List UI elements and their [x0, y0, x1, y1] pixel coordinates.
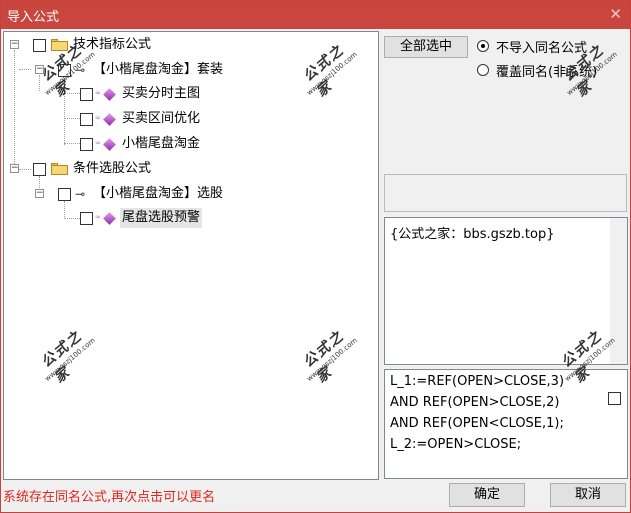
title-bar: 导入公式 ✕: [1, 1, 630, 29]
collapse-icon[interactable]: −: [10, 40, 19, 49]
tree-subgroup-label: 【小楷尾盘淘金】套装: [93, 62, 224, 77]
description-scrollbar[interactable]: [610, 218, 627, 364]
tree-item-label: 买卖区间优化: [122, 111, 201, 126]
tree-item[interactable]: ∞ 尾盘选股预警: [78, 208, 278, 228]
code-line: AND REF(OPEN<CLOSE,1);: [390, 416, 564, 431]
no-import-radio-label[interactable]: 不导入同名公式: [496, 37, 587, 56]
code-line: L_2:=OPEN>CLOSE;: [390, 437, 522, 452]
overwrite-radio-label[interactable]: 覆盖同名(非系统): [496, 61, 597, 80]
tree-subgroup-set[interactable]: − ⊸ 【小楷尾盘淘金】套装: [33, 60, 273, 80]
tree-group-label: 条件选股公式: [73, 161, 152, 176]
folder-icon: [51, 39, 68, 51]
group-checkbox[interactable]: [33, 39, 46, 52]
info-box: [384, 174, 627, 212]
tree-item-label: 小楷尾盘淘金: [122, 136, 201, 151]
item-checkbox[interactable]: [80, 212, 93, 225]
gem-icon: [103, 138, 116, 151]
no-import-radio[interactable]: [477, 40, 489, 52]
tree-subgroup-picker[interactable]: − ⊸ 【小楷尾盘淘金】选股: [33, 184, 273, 204]
code-checkbox[interactable]: [608, 392, 621, 405]
formula-code-box[interactable]: L_1:=REF(OPEN>CLOSE,3) AND REF(OPEN>CLOS…: [384, 369, 628, 479]
subgroup-checkbox[interactable]: [58, 188, 71, 201]
description-text: {公式之家：bbs.gszb.top}: [390, 227, 555, 242]
formula-tree[interactable]: − 技术指标公式 − ⊸ 【小楷尾盘淘金】套装 ∞ 买卖分时主图 ∞ 买卖区间优…: [3, 31, 379, 480]
tree-group-indicator[interactable]: − 技术指标公式: [8, 35, 208, 55]
item-checkbox[interactable]: [80, 88, 93, 101]
tree-item-label: 买卖分时主图: [122, 86, 201, 101]
import-formula-dialog: 导入公式 ✕ − 技术指标公式 − ⊸ 【小楷尾盘淘金】套装 ∞ 买卖分时主图 …: [0, 0, 631, 513]
gem-icon: [103, 88, 116, 101]
item-checkbox[interactable]: [80, 138, 93, 151]
tree-group-condition[interactable]: − 条件选股公式: [8, 159, 208, 179]
ok-button[interactable]: 确定: [449, 483, 525, 507]
group-checkbox[interactable]: [33, 163, 46, 176]
window-title: 导入公式: [7, 10, 60, 25]
close-icon[interactable]: ✕: [609, 5, 622, 23]
collapse-icon[interactable]: −: [35, 65, 44, 74]
tree-item-label: 尾盘选股预警: [120, 208, 203, 228]
tree-subgroup-label: 【小楷尾盘淘金】选股: [93, 186, 224, 201]
select-all-button[interactable]: 全部选中: [384, 36, 468, 58]
key-icon: ⊸: [75, 187, 86, 201]
gem-icon: [103, 212, 116, 225]
cancel-button[interactable]: 取消: [550, 483, 626, 507]
status-message: 系统存在同名公式,再次点击可以更名: [3, 490, 216, 505]
tree-item[interactable]: ∞ 小楷尾盘淘金: [78, 134, 278, 154]
key-icon: ⊸: [75, 63, 86, 77]
description-box[interactable]: {公式之家：bbs.gszb.top}: [384, 217, 628, 365]
code-line: L_1:=REF(OPEN>CLOSE,3): [390, 374, 565, 389]
collapse-icon[interactable]: −: [10, 164, 19, 173]
overwrite-radio[interactable]: [477, 64, 489, 76]
item-checkbox[interactable]: [80, 113, 93, 126]
collapse-icon[interactable]: −: [35, 189, 44, 198]
subgroup-checkbox[interactable]: [58, 64, 71, 77]
gem-icon: [103, 113, 116, 126]
tree-item[interactable]: ∞ 买卖区间优化: [78, 109, 278, 129]
tree-group-label: 技术指标公式: [73, 37, 152, 52]
folder-icon: [51, 163, 68, 175]
tree-item[interactable]: ∞ 买卖分时主图: [78, 84, 278, 104]
code-line: AND REF(OPEN>CLOSE,2): [390, 395, 560, 410]
